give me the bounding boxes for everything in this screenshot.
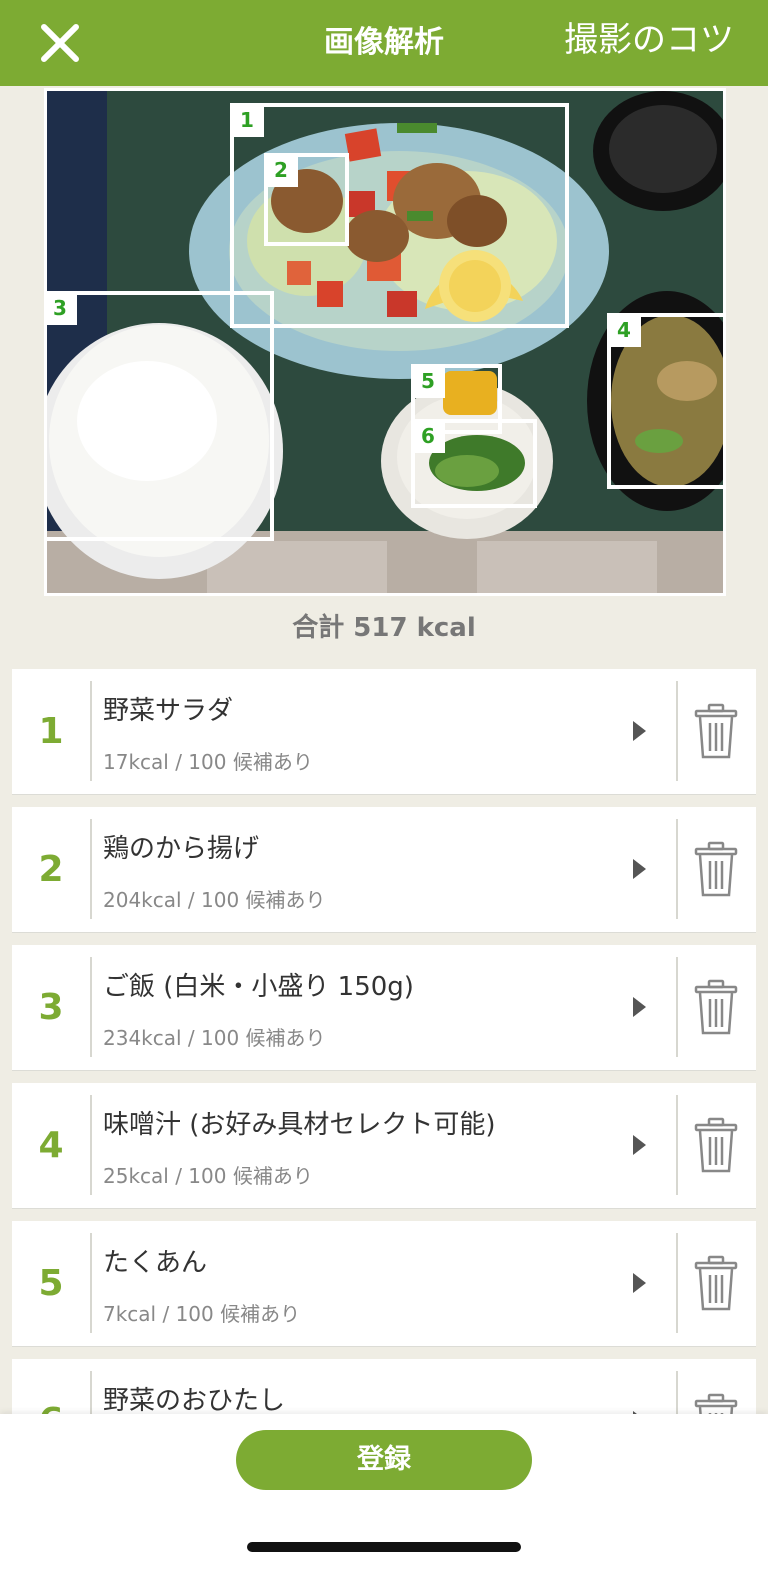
trash-icon xyxy=(694,703,738,759)
item-name: 鶏のから揚げ xyxy=(103,834,260,864)
detection-label: 2 xyxy=(264,153,298,187)
item-calories: 7kcal / 100 候補あり xyxy=(103,1302,301,1326)
detection-label: 5 xyxy=(411,364,445,398)
close-icon xyxy=(41,24,79,62)
bottom-action-bar: 登録 xyxy=(0,1414,768,1569)
app-header: 画像解析 撮影のコツ xyxy=(0,0,768,86)
delete-button[interactable] xyxy=(692,1255,740,1313)
item-number: 3 xyxy=(38,987,64,1028)
chevron-right-icon xyxy=(633,721,646,741)
detection-box-4[interactable]: 4 xyxy=(607,313,723,489)
detection-box-3[interactable]: 3 xyxy=(47,291,274,541)
divider xyxy=(676,819,678,919)
item-number: 2 xyxy=(38,849,64,890)
item-detail-link[interactable]: ご飯 (白米・小盛り 150g) 234kcal / 100 候補あり xyxy=(92,945,676,1071)
detection-box-6[interactable]: 6 xyxy=(411,419,537,508)
item-detail-link[interactable]: 野菜サラダ 17kcal / 100 候補あり xyxy=(92,669,676,795)
delete-button[interactable] xyxy=(692,1117,740,1175)
register-button[interactable]: 登録 xyxy=(236,1430,532,1490)
divider xyxy=(676,1095,678,1195)
delete-button[interactable] xyxy=(692,841,740,899)
food-item-row: 5 たくあん 7kcal / 100 候補あり xyxy=(12,1221,756,1347)
detection-box-2[interactable]: 2 xyxy=(264,153,349,246)
delete-button[interactable] xyxy=(692,979,740,1037)
divider xyxy=(676,957,678,1057)
detection-label: 3 xyxy=(47,291,77,325)
total-calories: 合計 517 kcal xyxy=(292,613,476,643)
item-name: ご飯 (白米・小盛り 150g) xyxy=(103,972,414,1002)
delete-button[interactable] xyxy=(692,703,740,761)
item-name: 味噌汁 (お好み具材セレクト可能) xyxy=(103,1110,496,1140)
food-item-row: 2 鶏のから揚げ 204kcal / 100 候補あり xyxy=(12,807,756,933)
photo-tips-link[interactable]: 撮影のコツ xyxy=(564,18,734,62)
food-item-row: 4 味噌汁 (お好み具材セレクト可能) 25kcal / 100 候補あり xyxy=(12,1083,756,1209)
divider xyxy=(676,681,678,781)
item-calories: 204kcal / 100 候補あり xyxy=(103,888,326,912)
chevron-right-icon xyxy=(633,1135,646,1155)
trash-icon xyxy=(694,979,738,1035)
item-number: 5 xyxy=(38,1263,64,1304)
item-detail-link[interactable]: 味噌汁 (お好み具材セレクト可能) 25kcal / 100 候補あり xyxy=(92,1083,676,1209)
analyzed-meal-photo: 1 2 3 4 5 6 xyxy=(44,88,726,596)
detection-label: 1 xyxy=(230,103,264,137)
food-item-row: 3 ご飯 (白米・小盛り 150g) 234kcal / 100 候補あり xyxy=(12,945,756,1071)
close-button[interactable] xyxy=(36,20,84,66)
item-number: 4 xyxy=(38,1125,64,1166)
detection-label: 4 xyxy=(607,313,641,347)
chevron-right-icon xyxy=(633,1273,646,1293)
chevron-right-icon xyxy=(633,997,646,1017)
item-detail-link[interactable]: たくあん 7kcal / 100 候補あり xyxy=(92,1221,676,1347)
food-item-row: 1 野菜サラダ 17kcal / 100 候補あり xyxy=(12,669,756,795)
detection-label: 6 xyxy=(411,419,445,453)
item-detail-link[interactable]: 鶏のから揚げ 204kcal / 100 候補あり xyxy=(92,807,676,933)
item-calories: 25kcal / 100 候補あり xyxy=(103,1164,313,1188)
item-calories: 17kcal / 100 候補あり xyxy=(103,750,313,774)
item-number: 1 xyxy=(38,711,64,752)
divider xyxy=(676,1233,678,1333)
trash-icon xyxy=(694,841,738,897)
item-calories: 234kcal / 100 候補あり xyxy=(103,1026,326,1050)
item-name: 野菜サラダ xyxy=(103,696,234,726)
home-indicator xyxy=(247,1542,521,1552)
chevron-right-icon xyxy=(633,859,646,879)
trash-icon xyxy=(694,1255,738,1311)
item-name: たくあん xyxy=(103,1248,208,1278)
trash-icon xyxy=(694,1117,738,1173)
